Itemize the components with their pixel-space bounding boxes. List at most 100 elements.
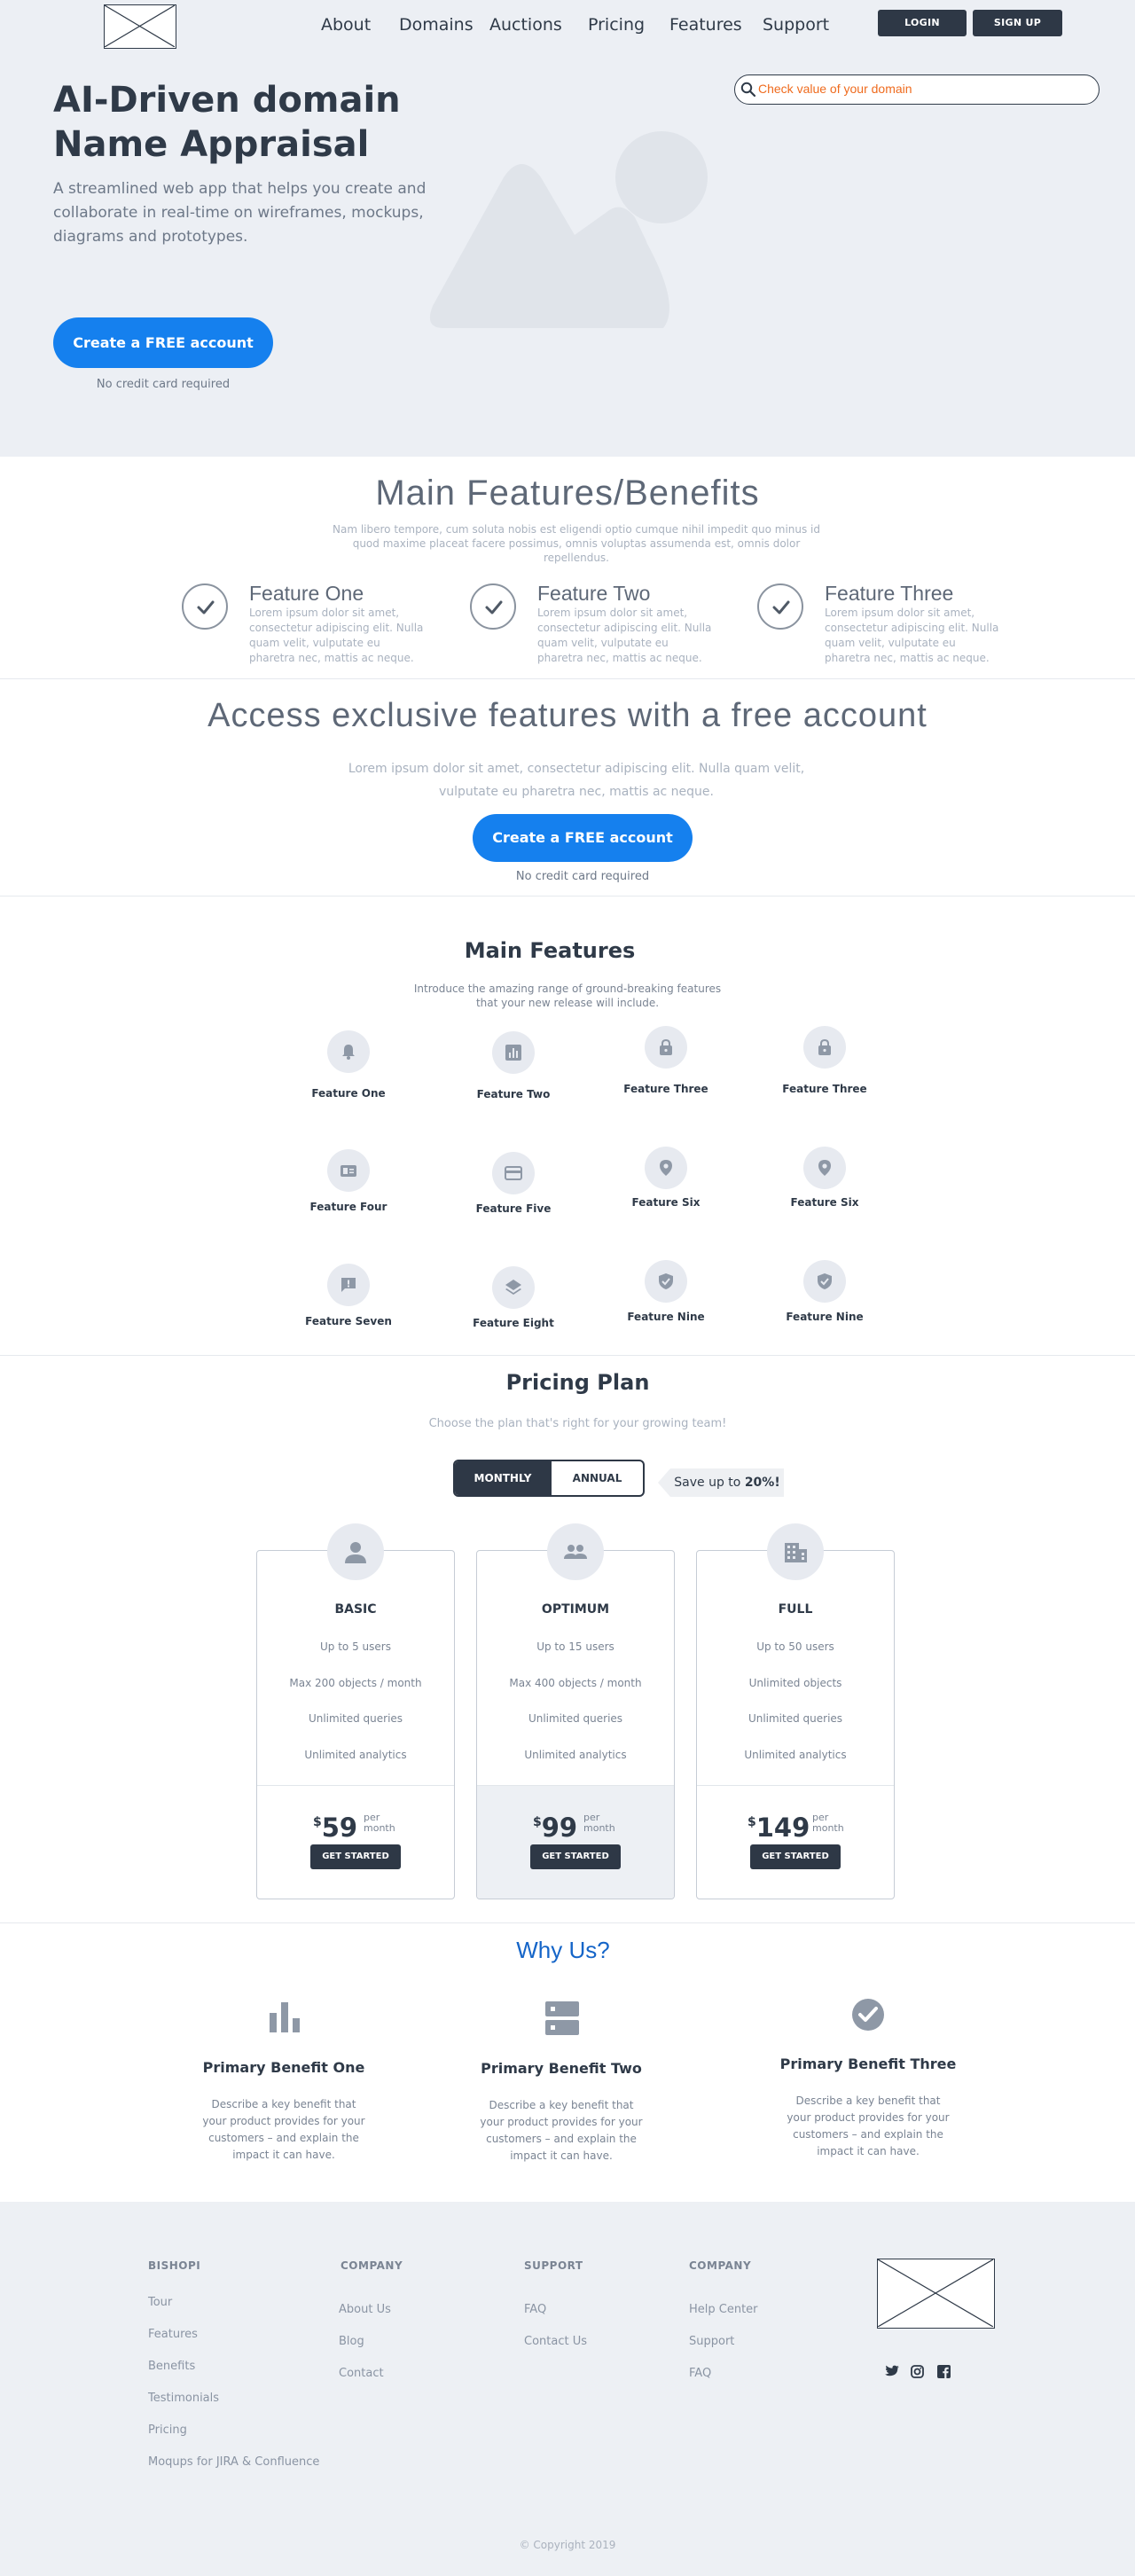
save-badge-prefix: Save up to [674,1476,745,1490]
footer-link[interactable]: Tour [148,2296,172,2309]
hero-create-account-button[interactable]: Create a FREE account [53,317,273,368]
plan-feature: Unlimited analytics [304,1749,407,1761]
plan-feature: Up to 5 users [320,1640,391,1653]
instagram-icon[interactable] [911,2365,924,2378]
footer-link[interactable]: FAQ [689,2367,711,2380]
nav-auctions[interactable]: Auctions [489,15,562,35]
plan-currency: $ [313,1815,322,1829]
nav-features[interactable]: Features [669,15,742,35]
logo-placeholder-icon [104,4,176,48]
benefit-text: Lorem ipsum dolor sit amet, consectetur … [537,607,712,664]
feature-label: Feature Five [475,1202,552,1215]
plan-price: $149 [748,1813,810,1843]
feedback-icon [327,1264,370,1306]
nav-domains[interactable]: Domains [399,15,474,35]
benefit-title: Primary Benefit One [202,2059,365,2076]
save-badge: Save up to 20%! [658,1468,784,1497]
footer-link[interactable]: Blog [339,2335,364,2348]
nav-pricing[interactable]: Pricing [588,15,645,35]
nav-about[interactable]: About [321,15,371,35]
feature-label: Feature Nine [627,1311,705,1323]
plan-card-optimum: OPTIMUM Up to 15 users Max 400 objects /… [476,1550,675,1899]
shield-check-icon [803,1260,846,1303]
search-input[interactable] [758,82,1086,96]
section-divider [0,896,1135,897]
footer-link[interactable]: Features [148,2328,198,2341]
benefit-title: Primary Benefit Three [779,2055,957,2072]
access-text: Lorem ipsum dolor sit amet, consectetur … [348,762,805,799]
feature-label: Feature Three [782,1083,867,1095]
signup-button[interactable]: SIGN UP [973,10,1062,36]
twitter-icon[interactable] [885,2365,899,2377]
footer-link[interactable]: FAQ [524,2303,546,2316]
feature-label: Feature One [311,1087,386,1100]
footer-link[interactable]: Pricing [148,2423,187,2437]
benefit-text: Describe a key benefit that your product… [480,2099,643,2162]
layers-icon [492,1266,535,1309]
section-divider [0,1355,1135,1356]
footer-link[interactable]: Moqups for JIRA & Confluence [148,2455,319,2469]
logo-placeholder-icon [877,2259,994,2328]
toggle-annual[interactable]: ANNUAL [551,1461,643,1495]
plan-feature: Max 400 objects / month [509,1677,642,1689]
hero-title: AI-Driven domain Name Appraisal [53,80,401,165]
get-started-button[interactable]: GET STARTED [530,1844,621,1869]
plan-name: OPTIMUM [541,1602,610,1617]
get-started-button[interactable]: GET STARTED [310,1844,401,1869]
search-icon [740,82,756,98]
get-started-button[interactable]: GET STARTED [750,1844,841,1869]
section-divider [0,678,1135,679]
access-no-credit-card-note: No credit card required [515,870,650,883]
benefit-title: Primary Benefit Two [481,2060,642,2077]
group-icon [547,1523,604,1580]
copyright: © Copyright 2019 [519,2539,616,2551]
facebook-icon[interactable] [937,2365,951,2378]
footer-link[interactable]: Testimonials [148,2392,219,2405]
plan-price-value: 59 [321,1813,358,1843]
plan-currency: $ [748,1815,756,1829]
why-us-title: Why Us? [516,1937,610,1963]
footer-link[interactable]: Contact [339,2367,384,2380]
footer-link[interactable]: Benefits [148,2360,195,2373]
nav-support[interactable]: Support [763,15,829,35]
logo[interactable] [104,4,176,49]
login-button[interactable]: LOGIN [878,10,967,36]
plan-feature: Unlimited analytics [524,1749,627,1761]
footer-link[interactable]: Support [689,2335,734,2348]
toggle-monthly[interactable]: MONTHLY [455,1461,551,1495]
plan-name: BASIC [334,1602,377,1617]
plan-period: per month [583,1813,615,1834]
benefit-title: Feature Two [537,582,651,605]
feature-label: Feature Six [631,1196,701,1209]
plan-footer: $59 per month GET STARTED [257,1785,454,1899]
footer-column-heading: COMPANY [340,2259,403,2272]
plan-period: per month [364,1813,395,1834]
benefit-title: Feature One [249,582,364,605]
plan-feature: Up to 15 users [536,1640,614,1653]
plan-month: month [364,1822,395,1834]
credit-card-icon [492,1152,535,1194]
footer-link[interactable]: Contact Us [524,2335,587,2348]
plan-card-basic: BASIC Up to 5 users Max 200 objects / mo… [256,1550,455,1899]
plan-month: month [583,1822,615,1834]
plan-period: per month [812,1813,844,1834]
plan-feature: Max 200 objects / month [289,1677,422,1689]
location-pin-icon [803,1147,846,1189]
check-circle-icon [852,1999,884,2031]
plan-feature: Unlimited queries [748,1712,843,1725]
bell-icon [327,1030,370,1073]
plan-price: $99 [533,1813,577,1843]
footer-link[interactable]: About Us [339,2303,391,2316]
plan-footer: $149 per month GET STARTED [697,1785,894,1899]
section-divider [0,1922,1135,1923]
benefits-subtitle: Nam libero tempore, cum soluta nobis est… [332,523,821,564]
footer-link[interactable]: Help Center [689,2303,758,2316]
lock-icon [645,1026,687,1069]
access-create-account-button[interactable]: Create a FREE account [473,814,693,862]
footer-column-heading: BISHOPI [148,2259,201,2272]
billing-toggle: MONTHLY ANNUAL [453,1460,645,1497]
feature-label: Feature Nine [786,1311,864,1323]
id-card-icon [327,1149,370,1192]
plan-feature: Unlimited queries [528,1712,623,1725]
plan-name: FULL [778,1602,813,1617]
